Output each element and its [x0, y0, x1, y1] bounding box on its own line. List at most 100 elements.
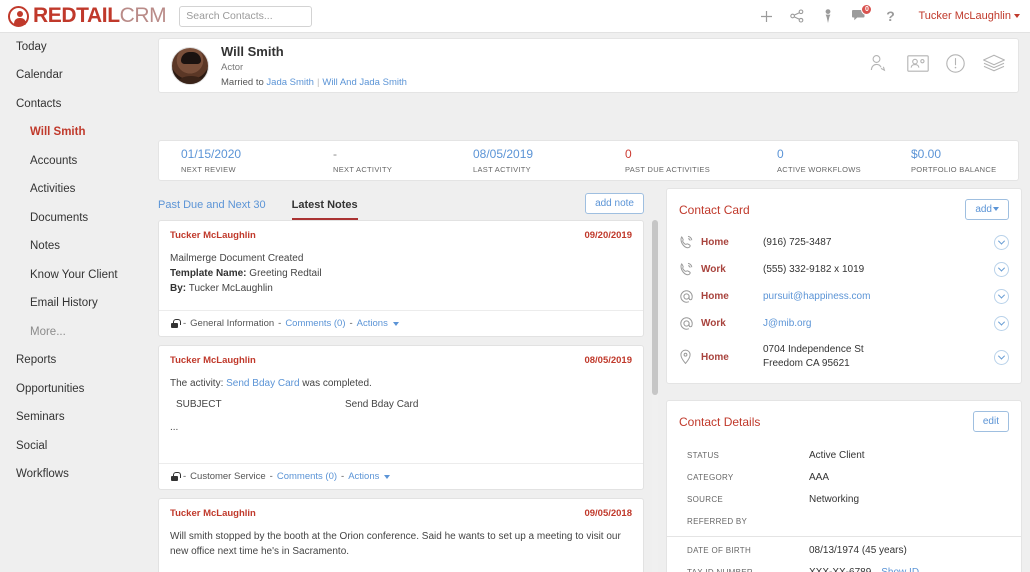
- sidebar-item-today[interactable]: Today: [0, 33, 150, 62]
- sidebar-item-activities[interactable]: Activities: [0, 176, 150, 205]
- detail-row: TAX ID NUMBER XXX-XX-6789Show ID: [667, 562, 1021, 572]
- stat-label: PAST DUE ACTIVITIES: [625, 165, 755, 174]
- note-line-value: Tucker McLaughlin: [186, 283, 273, 294]
- layers-icon[interactable]: [982, 54, 1006, 77]
- notes-scrollbar-thumb[interactable]: [652, 220, 658, 395]
- sidebar-item-opportunities[interactable]: Opportunities: [0, 375, 150, 404]
- sidebar-item-reports[interactable]: Reports: [0, 347, 150, 376]
- id-card-icon[interactable]: [907, 55, 929, 77]
- relationship-prefix: Married to: [221, 77, 264, 88]
- main-content: Will Smith Actor Married to Jada Smith|W…: [150, 33, 1030, 572]
- contact-details-edit-button[interactable]: edit: [973, 411, 1009, 432]
- share-icon[interactable]: [786, 5, 808, 27]
- expand-row-icon[interactable]: [994, 316, 1009, 331]
- help-icon[interactable]: ?: [879, 5, 901, 27]
- tab-latest-notes[interactable]: Latest Notes: [292, 199, 358, 220]
- add-contact-icon[interactable]: [870, 54, 890, 77]
- sidebar-item-documents[interactable]: Documents: [0, 204, 150, 233]
- expand-row-icon[interactable]: [994, 235, 1009, 250]
- contact-header: Will Smith Actor Married to Jada Smith|W…: [158, 38, 1019, 93]
- note-comments-link[interactable]: Comments (0): [277, 471, 337, 482]
- contact-details-panel: Contact Details edit STATUS Active Clien…: [666, 400, 1022, 572]
- stat-value: $0.00: [911, 147, 996, 161]
- contact-card-value: (916) 725-3487: [763, 236, 994, 250]
- sidebar-item-accounts[interactable]: Accounts: [0, 147, 150, 176]
- stat-label: PORTFOLIO BALANCE: [911, 165, 996, 174]
- spouse-link[interactable]: Jada Smith: [266, 77, 314, 88]
- stat-active-workflows: 0 ACTIVE WORKFLOWS: [755, 147, 889, 174]
- user-menu[interactable]: Tucker McLaughlin: [918, 10, 1020, 22]
- search-input[interactable]: [179, 6, 312, 27]
- household-link[interactable]: Will And Jada Smith: [322, 77, 406, 88]
- contact-stats-bar: 01/15/2020 NEXT REVIEW - NEXT ACTIVITY 0…: [158, 140, 1019, 181]
- chevron-down-icon: [384, 475, 390, 479]
- stat-next-review: 01/15/2020 NEXT REVIEW: [159, 147, 311, 174]
- sidebar-item-social[interactable]: Social: [0, 432, 150, 461]
- contact-card-row: Home pursuit@happiness.com: [667, 283, 1021, 310]
- contact-card-label: Home: [701, 291, 763, 302]
- contact-card-row: Work (555) 332-9182 x 1019: [667, 256, 1021, 283]
- sidebar-item-will-smith[interactable]: Will Smith: [0, 119, 150, 148]
- sidebar-item-seminars[interactable]: Seminars: [0, 404, 150, 433]
- note-sep: -: [270, 471, 273, 482]
- add-note-button[interactable]: add note: [585, 193, 644, 214]
- sidebar-navigation: Today Calendar Contacts Will Smith Accou…: [0, 33, 150, 572]
- sidebar-item-calendar[interactable]: Calendar: [0, 62, 150, 91]
- contact-card-value: J@mib.org: [763, 317, 994, 331]
- app-logo[interactable]: REDTAIL CRM: [8, 4, 166, 28]
- detail-value: AAA: [809, 471, 829, 485]
- note-date: 08/05/2019: [584, 355, 632, 366]
- note-comments-link[interactable]: Comments (0): [285, 318, 345, 329]
- detail-key: REFERRED BY: [687, 515, 809, 529]
- note-actions-link[interactable]: Actions: [357, 318, 388, 329]
- sidebar-item-notes[interactable]: Notes: [0, 233, 150, 262]
- sidebar-item-contacts[interactable]: Contacts: [0, 90, 150, 119]
- lock-icon[interactable]: [170, 472, 179, 481]
- redtail-crm-app: REDTAIL CRM: [0, 0, 1030, 572]
- logo-primary-text: REDTAIL: [33, 4, 120, 28]
- detail-row: STATUS Active Client: [667, 445, 1021, 467]
- stat-last-activity: 08/05/2019 LAST ACTIVITY: [451, 147, 603, 174]
- expand-row-icon[interactable]: [994, 262, 1009, 277]
- plus-icon[interactable]: [755, 5, 777, 27]
- chevron-down-icon: [993, 207, 999, 211]
- sidebar-item-email-history[interactable]: Email History: [0, 290, 150, 319]
- sidebar-item-more[interactable]: More...: [0, 318, 150, 347]
- detail-key: SOURCE: [687, 493, 809, 507]
- expand-row-icon[interactable]: [994, 350, 1009, 365]
- email-link[interactable]: J@mib.org: [763, 318, 812, 329]
- show-id-link[interactable]: Show ID: [881, 567, 919, 572]
- contact-card-row: Home 0704 Independence St Freedom CA 956…: [667, 337, 1021, 383]
- contact-card-panel: Contact Card add Home (916) 725-3487 Wor…: [666, 188, 1022, 384]
- detail-value: Networking: [809, 493, 859, 507]
- email-link[interactable]: pursuit@happiness.com: [763, 291, 870, 302]
- stat-label: NEXT REVIEW: [181, 165, 311, 174]
- detail-row: REFERRED BY: [667, 511, 1021, 537]
- note-footer: - General Information - Comments (0) - A…: [159, 310, 643, 336]
- contact-role: Actor: [221, 62, 407, 73]
- lock-icon[interactable]: [170, 319, 179, 328]
- sidebar-item-know-your-client[interactable]: Know Your Client: [0, 261, 150, 290]
- note-kv-value: Send Bday Card: [345, 397, 418, 412]
- tie-person-icon[interactable]: [817, 5, 839, 27]
- note-kv-key: SUBJECT: [170, 397, 345, 412]
- stat-past-due-activities: 0 PAST DUE ACTIVITIES: [603, 147, 755, 174]
- messages-icon[interactable]: 0: [848, 5, 870, 27]
- contact-details-title: Contact Details: [679, 415, 760, 429]
- contact-card-row: Work J@mib.org: [667, 310, 1021, 337]
- notes-scrollbar[interactable]: [652, 220, 658, 572]
- note-header: Tucker McLaughlin 08/05/2019: [159, 346, 643, 366]
- page-title: Will Smith: [221, 44, 407, 59]
- note-line: By: Tucker McLaughlin: [170, 281, 632, 296]
- tab-past-due-and-next-30[interactable]: Past Due and Next 30: [158, 199, 266, 220]
- contact-card-add-button[interactable]: add: [965, 199, 1009, 220]
- stat-label: LAST ACTIVITY: [473, 165, 603, 174]
- alert-circle-icon[interactable]: [946, 54, 965, 78]
- right-column: Contact Card add Home (916) 725-3487 Wor…: [666, 188, 1022, 572]
- note-text: Will smith stopped by the booth at the O…: [170, 529, 632, 559]
- expand-row-icon[interactable]: [994, 289, 1009, 304]
- stat-label: NEXT ACTIVITY: [333, 165, 451, 174]
- sidebar-item-workflows[interactable]: Workflows: [0, 461, 150, 490]
- activity-link[interactable]: Send Bday Card: [226, 378, 299, 389]
- note-actions-link[interactable]: Actions: [348, 471, 379, 482]
